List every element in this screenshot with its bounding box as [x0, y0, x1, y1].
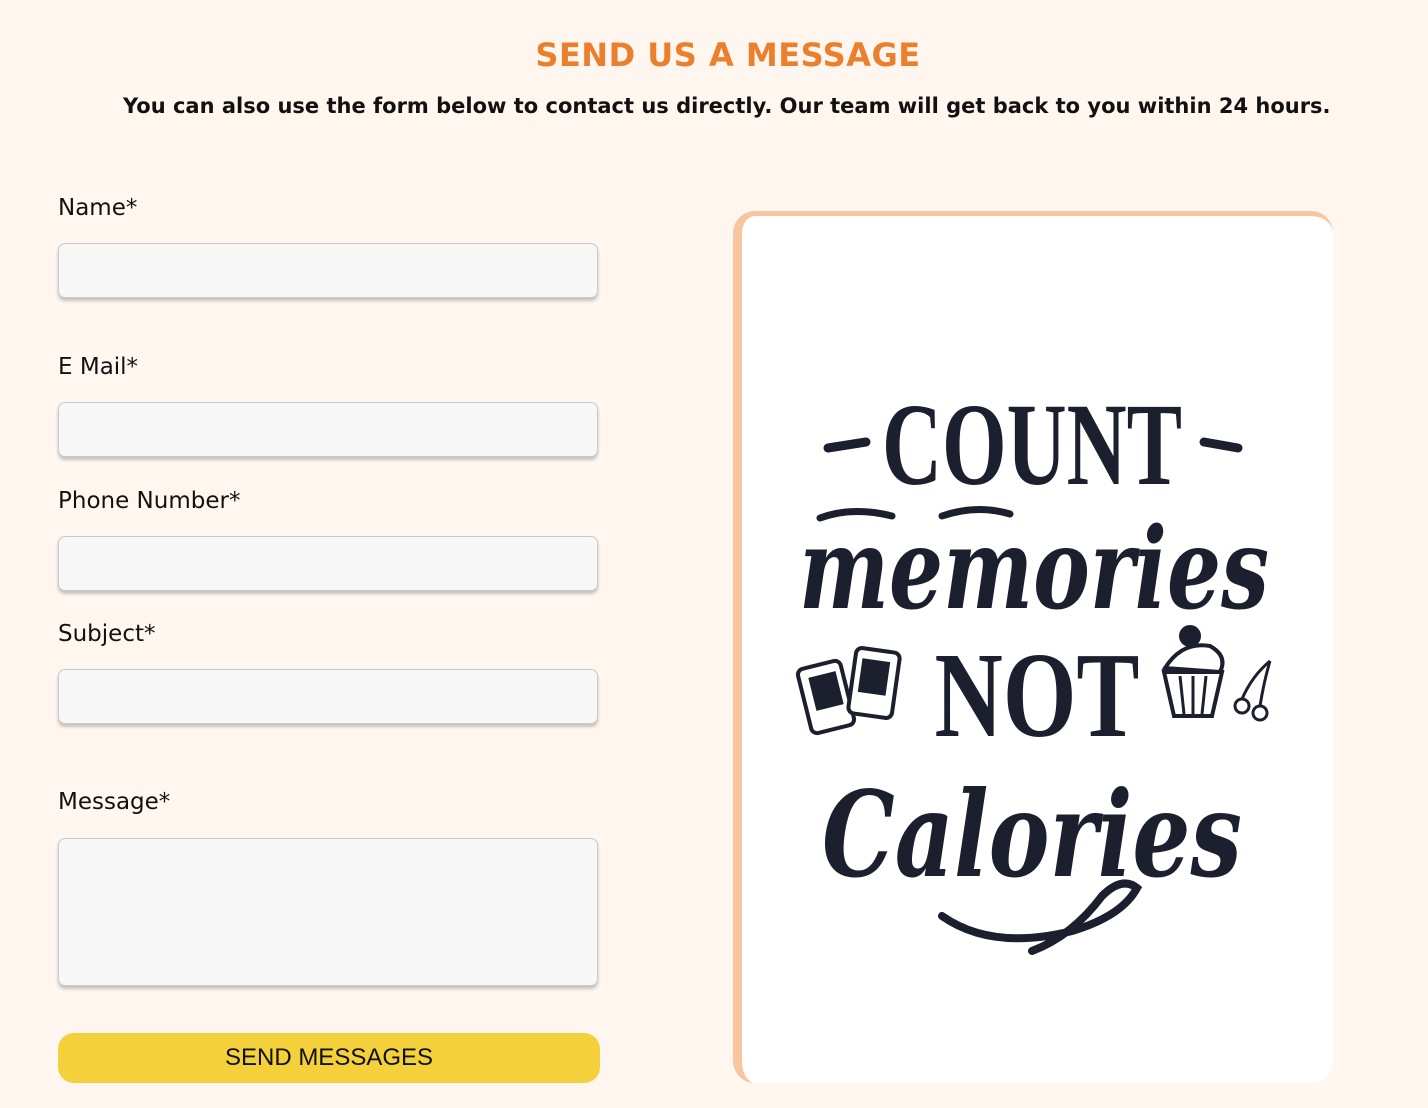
cards-icon	[795, 646, 902, 736]
count-memories-illustration: COUNT memories NOT Calories	[795, 379, 1272, 955]
section-subheading: You can also use the form below to conta…	[123, 94, 1331, 118]
lettering-calories: Calories	[822, 765, 1242, 904]
name-label: Name*	[58, 195, 138, 221]
subject-input[interactable]	[58, 669, 598, 724]
illustration-card: COUNT memories NOT Calories	[733, 211, 1333, 1083]
phone-input[interactable]	[58, 536, 598, 591]
left-dash	[823, 437, 871, 453]
email-label: E Mail*	[58, 354, 139, 380]
lettering-not: NOT	[935, 628, 1140, 763]
right-dash	[1199, 437, 1243, 453]
lettering-count: COUNT	[882, 379, 1182, 510]
lettering-memories: memories	[799, 504, 1269, 635]
send-messages-button[interactable]: SEND MESSAGES	[58, 1033, 600, 1083]
cherries-icon	[1233, 659, 1272, 722]
email-input[interactable]	[58, 402, 598, 457]
cupcake-icon	[1161, 625, 1225, 718]
section-heading: SEND US A MESSAGE	[535, 36, 921, 74]
name-input[interactable]	[58, 243, 598, 298]
subject-label: Subject*	[58, 621, 156, 647]
message-label: Message*	[58, 789, 171, 815]
phone-label: Phone Number*	[58, 488, 241, 514]
message-textarea[interactable]	[58, 838, 598, 986]
